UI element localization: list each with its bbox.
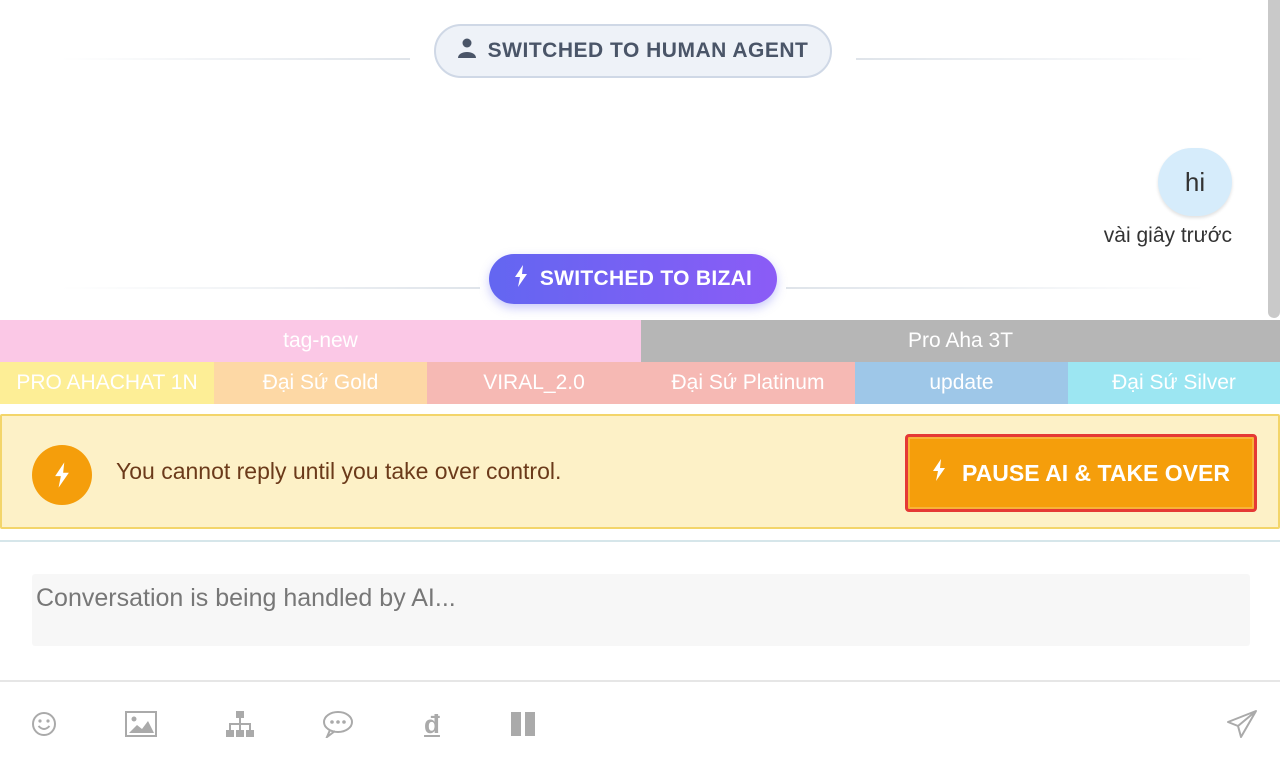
- send-icon[interactable]: [1222, 704, 1262, 744]
- switched-to-human-badge: SWITCHED TO HUMAN AGENT: [434, 24, 832, 78]
- bolt-icon: [32, 445, 92, 505]
- message-bubble: hi: [1158, 148, 1232, 216]
- switched-to-bizai-badge: SWITCHED TO BIZAI: [489, 254, 777, 304]
- tag-item[interactable]: update: [855, 362, 1068, 404]
- tag-label: Đại Sứ Silver: [1112, 371, 1236, 394]
- currency-dong-icon[interactable]: đ: [412, 704, 452, 744]
- emoji-icon[interactable]: [24, 704, 64, 744]
- tag-label: PRO AHACHAT 1N: [16, 371, 198, 394]
- composer-toolbar: đ: [0, 680, 1280, 761]
- bolt-icon: [514, 265, 528, 293]
- message-timestamp: vài giây trước: [1103, 224, 1232, 247]
- tag-item[interactable]: PRO AHACHAT 1N: [0, 362, 214, 404]
- divider-line: [856, 58, 1206, 60]
- tag-label: Pro Aha 3T: [907, 329, 1014, 352]
- tag-item[interactable]: Đại Sứ Platinum: [641, 362, 855, 404]
- tag-label: Đại Sứ Gold: [262, 371, 379, 394]
- warning-text: You cannot reply until you take over con…: [116, 458, 562, 484]
- tag-label: VIRAL_2.0: [483, 371, 585, 394]
- tag-item[interactable]: Đại Sứ Gold: [214, 362, 427, 404]
- switched-to-human-label: SWITCHED TO HUMAN AGENT: [487, 39, 809, 62]
- tag-item[interactable]: VIRAL_2.0: [427, 362, 641, 404]
- chat-scrollbar[interactable]: [1268, 0, 1280, 318]
- tag-row: PRO AHACHAT 1N Đại Sứ Gold VIRAL_2.0 Đại…: [0, 362, 1280, 404]
- tag-item[interactable]: Đại Sứ Silver: [1068, 362, 1280, 404]
- tag-label: update: [929, 371, 994, 394]
- image-icon[interactable]: [121, 704, 161, 744]
- chat-area: SWITCHED TO HUMAN AGENT hi vài giây trướ…: [0, 0, 1280, 320]
- divider-line: [786, 287, 1206, 289]
- take-over-label: PAUSE AI & TAKE OVER: [962, 459, 1230, 486]
- tag-label: Đại Sứ Platinum: [671, 371, 825, 394]
- ai-control-warning: You cannot reply until you take over con…: [0, 414, 1280, 529]
- comment-dots-icon[interactable]: [318, 704, 358, 744]
- user-icon: [457, 38, 476, 64]
- divider-line: [60, 58, 410, 60]
- divider-line: [60, 287, 480, 289]
- message-input[interactable]: Conversation is being handled by AI...: [32, 574, 1250, 646]
- composer-separator: [0, 540, 1280, 542]
- pause-ai-take-over-button[interactable]: PAUSE AI & TAKE OVER: [905, 434, 1257, 512]
- pause-icon[interactable]: [503, 704, 543, 744]
- currency-symbol: đ: [424, 708, 440, 739]
- message-input-placeholder: Conversation is being handled by AI...: [36, 584, 456, 612]
- tag-row: tag-new Pro Aha 3T: [0, 320, 1280, 362]
- tag-label: tag-new: [283, 329, 358, 352]
- tag-item[interactable]: tag-new: [0, 320, 641, 362]
- bolt-icon: [932, 459, 946, 487]
- tag-item[interactable]: Pro Aha 3T: [641, 320, 1280, 362]
- switched-to-bizai-label: SWITCHED TO BIZAI: [539, 267, 753, 290]
- sitemap-icon[interactable]: [220, 704, 260, 744]
- message-text: hi: [1184, 166, 1206, 197]
